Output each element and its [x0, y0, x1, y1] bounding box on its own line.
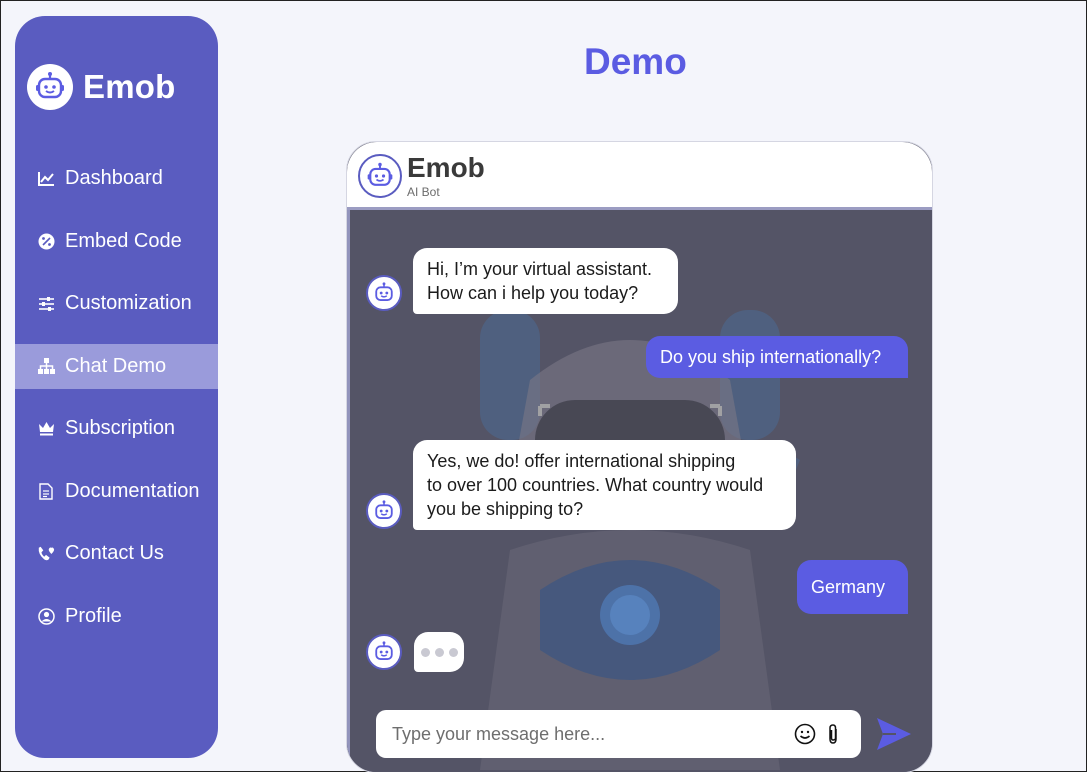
- sidebar-item-embed-code[interactable]: Embed Code: [15, 219, 218, 264]
- page-title: Demo: [584, 41, 687, 82]
- phone-heart-icon: [37, 545, 55, 563]
- bot-avatar-icon: [366, 493, 402, 529]
- send-icon: [877, 718, 911, 750]
- sidebar-item-profile[interactable]: Profile: [15, 594, 218, 639]
- sidebar-item-chat-demo[interactable]: Chat Demo: [15, 343, 218, 389]
- sidebar-item-label: Contact Us: [65, 542, 164, 564]
- sidebar-item-label: Documentation: [65, 479, 200, 502]
- sidebar-item-label: Customization: [65, 292, 192, 314]
- brand-name: Emob: [83, 68, 176, 105]
- sidebar: Emob Dashboard Embed Code Customization …: [15, 16, 218, 758]
- code-badge-icon: [37, 232, 55, 250]
- sidebar-item-label: Subscription: [65, 417, 176, 439]
- chat-header: Emob AI Bot: [347, 142, 932, 210]
- send-button[interactable]: [874, 714, 914, 754]
- sidebar-item-label: Chat Demo: [65, 354, 167, 377]
- sidebar-item-subscription[interactable]: Subscription: [15, 406, 218, 451]
- sliders-icon: [37, 295, 55, 313]
- crown-icon: [37, 420, 55, 438]
- brand[interactable]: Emob: [27, 64, 175, 110]
- bot-message: Hi, I’m your virtual assistant. How can …: [413, 248, 678, 314]
- sidebar-nav: Dashboard Embed Code Customization Chat …: [15, 156, 218, 656]
- chat-widget: Emob AI Bot Hi, I’m your virtual assista…: [346, 141, 933, 772]
- sitemap-icon: [37, 357, 55, 375]
- attachment-icon[interactable]: [821, 722, 845, 746]
- sidebar-item-documentation[interactable]: Documentation: [15, 469, 218, 514]
- sidebar-item-label: Embed Code: [65, 229, 182, 252]
- user-message: Germany: [797, 560, 908, 614]
- chat-subtitle: AI Bot: [407, 185, 440, 199]
- sidebar-item-label: Dashboard: [65, 167, 163, 189]
- sidebar-item-contact-us[interactable]: Contact Us: [15, 531, 218, 576]
- sidebar-item-dashboard[interactable]: Dashboard: [15, 156, 218, 201]
- emoji-icon[interactable]: [793, 722, 817, 746]
- message-input[interactable]: [392, 723, 789, 745]
- bot-avatar-icon: [366, 275, 402, 311]
- typing-dot: [434, 647, 444, 657]
- document-icon: [37, 482, 55, 500]
- robot-logo-icon: [27, 64, 73, 110]
- typing-dot: [448, 647, 458, 657]
- chat-title: Emob: [407, 152, 485, 183]
- message-input-container: [376, 710, 861, 758]
- bot-avatar-icon: [366, 634, 402, 670]
- sidebar-item-customization[interactable]: Customization: [15, 281, 218, 326]
- typing-dot: [420, 647, 430, 657]
- user-message: Do you ship internationally?: [646, 336, 908, 378]
- user-circle-icon: [37, 607, 55, 625]
- sidebar-item-label: Profile: [65, 604, 122, 627]
- chat-body: Hi, I’m your virtual assistant. How can …: [347, 210, 932, 772]
- bot-avatar-icon: [358, 154, 402, 198]
- bot-message: Yes, we do! offer international shipping…: [413, 440, 796, 530]
- typing-indicator: [414, 632, 464, 672]
- chart-line-icon: [37, 170, 55, 188]
